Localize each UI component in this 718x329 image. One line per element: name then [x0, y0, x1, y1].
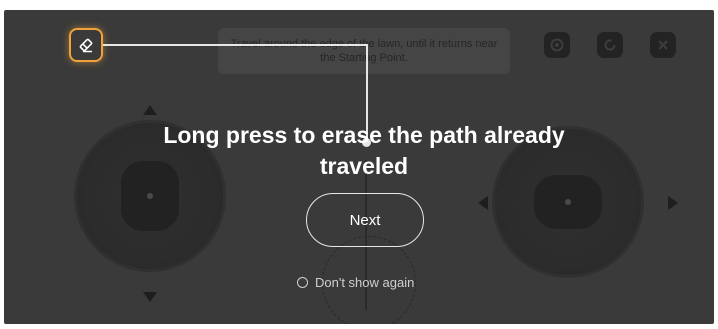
- guide-pointer-line: [103, 44, 368, 46]
- eraser-icon: [79, 38, 93, 53]
- close-button[interactable]: [650, 32, 676, 58]
- next-button[interactable]: Next: [306, 193, 424, 247]
- guide-title: Long press to erase the path already tra…: [163, 122, 565, 179]
- left-joystick-center: [147, 193, 153, 199]
- undo-icon: [604, 38, 616, 51]
- mapping-screen: Travel around the edge of the lawn, unti…: [4, 10, 714, 324]
- right-arrow-icon: [668, 196, 678, 210]
- eraser-button[interactable]: [69, 28, 103, 62]
- close-icon: [658, 40, 668, 50]
- dont-show-again-option[interactable]: Don't show again: [297, 274, 414, 290]
- eye-icon: [550, 38, 564, 52]
- up-arrow-icon: [143, 105, 157, 115]
- dont-show-again-radio[interactable]: [297, 276, 308, 288]
- instruction-text: Travel around the edge of the lawn, unti…: [231, 38, 498, 64]
- right-joystick-center: [565, 199, 571, 205]
- undo-button[interactable]: [597, 32, 623, 58]
- instruction-banner: Travel around the edge of the lawn, unti…: [218, 28, 510, 74]
- down-arrow-icon: [143, 292, 157, 302]
- left-arrow-icon: [478, 196, 488, 210]
- visibility-button[interactable]: [544, 32, 570, 58]
- dont-show-again-label: Don't show again: [315, 274, 415, 290]
